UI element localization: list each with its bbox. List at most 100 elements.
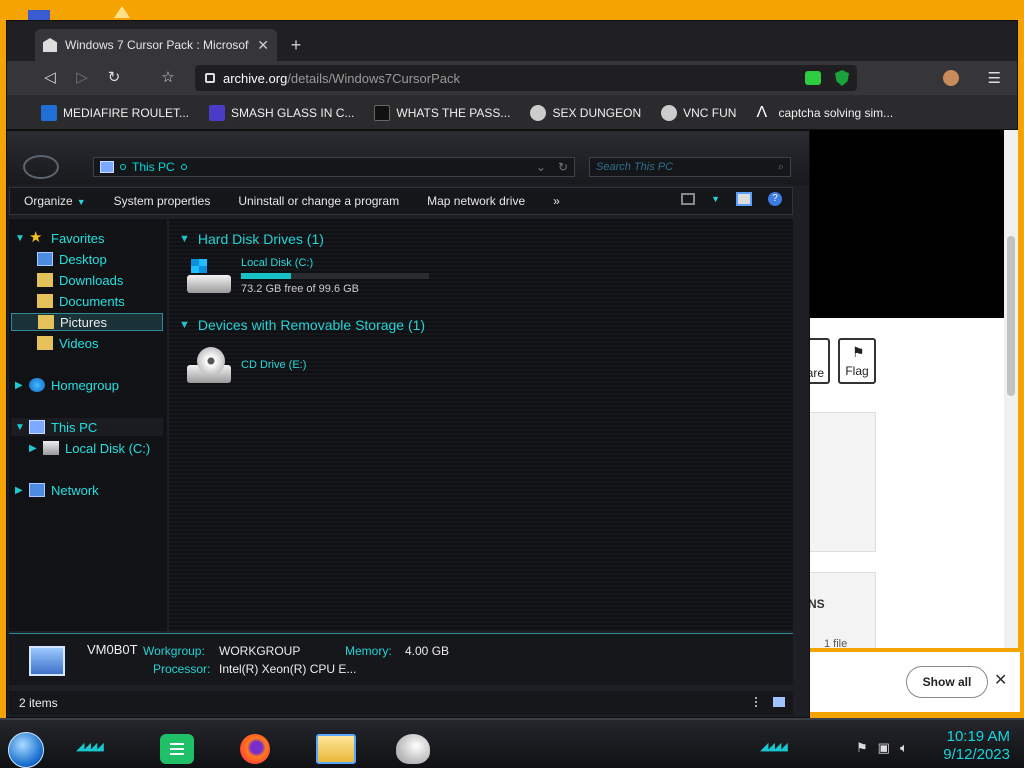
search-icon[interactable]: ⌕ bbox=[778, 158, 784, 176]
info-card bbox=[808, 412, 876, 552]
volume-icon[interactable]: 🔈︎ bbox=[900, 740, 908, 756]
menu-icon[interactable]: ☰ bbox=[988, 69, 1001, 87]
nav-videos[interactable]: Videos bbox=[37, 334, 99, 352]
drive-c[interactable]: Local Disk (C:) 73.2 GB free of 99.6 GB bbox=[185, 257, 429, 295]
bookmark-mediafire[interactable]: MEDIAFIRE ROULET... bbox=[41, 105, 189, 121]
search-input[interactable]: Search This PC ⌕ bbox=[589, 157, 791, 177]
nav-desktop[interactable]: Desktop bbox=[37, 250, 107, 268]
new-tab-button[interactable]: + bbox=[285, 35, 307, 57]
refresh-icon[interactable]: ↻ bbox=[558, 160, 574, 174]
desktop-icon bbox=[37, 252, 53, 266]
extension-chat-icon[interactable] bbox=[805, 71, 821, 85]
nav-label: Pictures bbox=[60, 314, 107, 330]
uninstall-program-button[interactable]: Uninstall or change a program bbox=[224, 194, 413, 208]
nav-label: Homegroup bbox=[51, 377, 119, 393]
bookmark-smash-glass[interactable]: SMASH GLASS IN C... bbox=[209, 105, 354, 121]
scrollbar-thumb[interactable] bbox=[1007, 236, 1015, 396]
share-button[interactable]: are bbox=[808, 338, 830, 384]
workgroup-label: Workgroup: bbox=[143, 644, 205, 658]
group-header-removable[interactable]: ▼ Devices with Removable Storage (1) bbox=[179, 317, 425, 333]
web-page: are Flag NS 1 file bbox=[808, 130, 1018, 648]
chevron-down-icon[interactable]: ▼ bbox=[711, 194, 720, 204]
url-bar[interactable]: archive.org /details/Windows7CursorPack bbox=[195, 65, 857, 91]
bookmark-captcha[interactable]: Λ captcha solving sim... bbox=[756, 105, 893, 121]
large-icons-view-icon[interactable] bbox=[773, 697, 785, 707]
processor-value: Intel(R) Xeon(R) CPU E... bbox=[219, 662, 357, 676]
bookmark-vnc-fun[interactable]: VNC FUN bbox=[661, 105, 736, 121]
navigation-bar: ◁ ▷ ↻ ☆ archive.org /details/Windows7Cur… bbox=[7, 61, 1017, 95]
more-commands-button[interactable]: » bbox=[539, 194, 574, 208]
gear-icon bbox=[530, 105, 547, 121]
navigation-pane: ▼ ★ Favorites Desktop Downloads Document… bbox=[9, 219, 167, 631]
tab-close-icon[interactable]: ✕ bbox=[257, 37, 269, 54]
mediafire-icon bbox=[41, 105, 57, 121]
address-bar[interactable]: This PC ⌄ ↻ bbox=[93, 157, 575, 177]
password-icon bbox=[374, 105, 391, 121]
lock-icon bbox=[205, 73, 215, 83]
address-text[interactable]: This PC bbox=[132, 160, 175, 174]
back-icon[interactable]: ◁ bbox=[39, 67, 61, 89]
chat-app-icon[interactable] bbox=[160, 734, 194, 764]
drive-e[interactable]: CD Drive (E:) bbox=[185, 347, 306, 385]
nav-documents[interactable]: Documents bbox=[37, 292, 125, 310]
desktop-icon[interactable] bbox=[114, 6, 130, 18]
system-properties-button[interactable]: System properties bbox=[100, 194, 225, 208]
bookmark-whats-the-pass[interactable]: WHATS THE PASS... bbox=[374, 105, 510, 121]
smash-glass-icon bbox=[209, 105, 226, 121]
scrollbar[interactable] bbox=[1004, 130, 1018, 648]
reload-icon[interactable]: ↻ bbox=[103, 67, 125, 89]
media-viewer bbox=[808, 130, 1004, 318]
nav-label: Desktop bbox=[59, 251, 107, 267]
help-icon[interactable]: ? bbox=[768, 192, 782, 206]
chevron-down-icon: ▼ bbox=[179, 319, 190, 331]
preview-pane-icon[interactable] bbox=[736, 192, 752, 206]
network-icon[interactable]: ▣ bbox=[878, 740, 890, 756]
nav-pictures[interactable]: Pictures bbox=[11, 313, 163, 331]
close-icon[interactable]: ✕ bbox=[994, 670, 1007, 690]
group-header-hard-disks[interactable]: ▼ Hard Disk Drives (1) bbox=[179, 231, 324, 247]
search-placeholder: Search This PC bbox=[596, 161, 674, 173]
change-view-icon[interactable] bbox=[681, 193, 696, 205]
bookmark-label: captcha solving sim... bbox=[778, 106, 894, 120]
drive-usage-bar bbox=[241, 273, 429, 279]
nav-favorites[interactable]: ▼ ★ Favorites bbox=[15, 229, 104, 247]
mouse-app-icon[interactable] bbox=[396, 734, 430, 764]
network-icon bbox=[29, 483, 45, 497]
flag-button[interactable]: Flag bbox=[838, 338, 876, 384]
nav-local-disk[interactable]: ▶ Local Disk (C:) bbox=[29, 439, 150, 457]
nav-this-pc[interactable]: ▼ This PC bbox=[11, 418, 163, 436]
nav-label: Videos bbox=[59, 335, 99, 351]
downloads-folder-icon bbox=[37, 273, 53, 287]
start-button[interactable] bbox=[8, 732, 44, 768]
flag-icon[interactable]: ⚑ bbox=[856, 740, 868, 756]
extension-shield-icon[interactable] bbox=[835, 70, 849, 86]
computer-icon bbox=[100, 161, 114, 173]
clock[interactable]: 10:19 AM 9/12/2023 bbox=[930, 728, 1010, 764]
hard-drive-icon bbox=[185, 257, 233, 295]
computer-icon bbox=[29, 420, 45, 434]
computer-icon bbox=[29, 646, 65, 676]
explorer-title-bar: This PC ⌄ ↻ Search This PC ⌕ bbox=[7, 131, 809, 185]
forward-icon[interactable]: ▷ bbox=[71, 67, 93, 89]
taskbar: ◢◢◢◢ ◢◢◢◢ ⚑ ▣ 🔈︎ 10:19 AM 9/12/2023 bbox=[0, 718, 1024, 768]
show-all-button[interactable]: Show all bbox=[906, 666, 988, 698]
system-tray: ⚑ ▣ 🔈︎ bbox=[856, 740, 908, 756]
profile-avatar[interactable] bbox=[943, 70, 959, 86]
map-network-drive-button[interactable]: Map network drive bbox=[413, 194, 539, 208]
file-explorer-icon[interactable] bbox=[316, 734, 356, 764]
collapsed-arrow-icon: ▶ bbox=[15, 379, 23, 391]
command-bar: Organize ▼ System properties Uninstall or… bbox=[9, 187, 793, 215]
details-view-icon[interactable] bbox=[755, 697, 759, 707]
nav-network[interactable]: ▶ Network bbox=[15, 481, 99, 499]
organize-button[interactable]: Organize ▼ bbox=[10, 194, 100, 208]
browser-tab[interactable]: Windows 7 Cursor Pack : Microsoft ✕ bbox=[35, 29, 277, 61]
memory-label: Memory: bbox=[345, 644, 392, 658]
bookmark-label: SMASH GLASS IN C... bbox=[231, 106, 355, 120]
bookmark-icon[interactable]: ☆ bbox=[157, 67, 179, 89]
bookmark-sex-dungeon[interactable]: SEX DUNGEON bbox=[530, 105, 641, 121]
firefox-icon[interactable] bbox=[240, 734, 270, 764]
nav-homegroup[interactable]: ▶ Homegroup bbox=[15, 376, 119, 394]
nav-downloads[interactable]: Downloads bbox=[37, 271, 123, 289]
chevron-down-icon[interactable]: ⌄ bbox=[536, 160, 552, 174]
url-path: /details/Windows7CursorPack bbox=[287, 70, 460, 86]
